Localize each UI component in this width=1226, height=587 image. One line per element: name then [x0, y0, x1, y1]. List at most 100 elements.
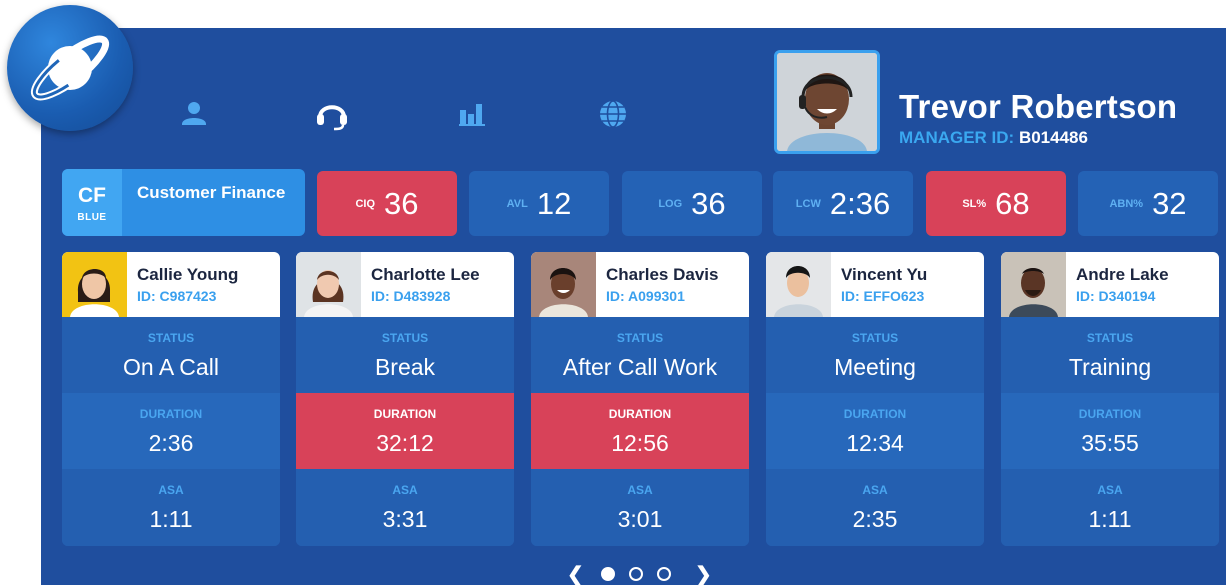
agent-card[interactable]: Charles Davis ID: A099301 STATUS After C…: [531, 252, 749, 546]
agent-card[interactable]: Andre Lake ID: D340194 STATUS Training D…: [1001, 252, 1219, 546]
asa-section: ASA 3:01: [531, 469, 749, 546]
team-name: Customer Finance: [137, 183, 286, 202]
asa-label: ASA: [158, 483, 184, 497]
duration-label: DURATION: [373, 407, 437, 421]
agent-name: Vincent Yu: [841, 265, 928, 284]
status-section: STATUS Meeting: [766, 317, 984, 393]
asa-section: ASA 1:11: [1001, 469, 1219, 546]
page-dot-3[interactable]: [657, 567, 671, 581]
agent-name: Callie Young: [137, 265, 239, 284]
agent-name: Charles Davis: [606, 265, 719, 284]
stat-lcw[interactable]: LCW 2:36: [773, 171, 913, 236]
stat-value: 68: [995, 185, 1030, 221]
duration-value: 12:34: [846, 430, 904, 456]
team-code: CF: [78, 184, 106, 207]
duration-section: DURATION 35:55: [1001, 393, 1219, 469]
team-color: BLUE: [77, 212, 107, 223]
stat-value: 32: [1152, 185, 1187, 221]
globe-icon[interactable]: [595, 96, 631, 132]
agent-card[interactable]: Vincent Yu ID: EFFO623 STATUS Meeting DU…: [766, 252, 984, 546]
user-icon[interactable]: [176, 96, 212, 132]
stat-label: CIQ: [355, 197, 376, 210]
duration-section: DURATION 32:12: [296, 393, 514, 469]
agent-avatar: [531, 252, 596, 317]
agent-header: Andre Lake ID: D340194: [1001, 252, 1219, 317]
stat-value: 2:36: [829, 185, 891, 221]
stat-label: AVL: [506, 197, 528, 210]
duration-section: DURATION 2:36: [62, 393, 280, 469]
headset-icon[interactable]: [314, 96, 350, 132]
agent-avatar: [1001, 252, 1066, 317]
status-label: STATUS: [381, 331, 429, 345]
team-code-badge: CF BLUE: [62, 169, 122, 236]
page-dot-1[interactable]: [601, 567, 615, 581]
stat-label: SL%: [962, 197, 987, 210]
status-value: After Call Work: [562, 354, 718, 380]
chevron-right-icon[interactable]: ❯: [695, 562, 712, 587]
agent-avatar: [296, 252, 361, 317]
asa-label: ASA: [1097, 483, 1123, 497]
duration-value: 12:56: [611, 430, 669, 456]
manager-id-label: MANAGER ID:: [899, 128, 1015, 147]
manager-id: MANAGER ID: B014486: [899, 128, 1088, 148]
manager-id-value: B014486: [1018, 128, 1088, 147]
agent-name: Andre Lake: [1076, 265, 1169, 284]
team-card[interactable]: CF BLUE Customer Finance: [62, 169, 305, 236]
status-section: STATUS Training: [1001, 317, 1219, 393]
duration-value: 2:36: [148, 430, 194, 456]
status-section: STATUS After Call Work: [531, 317, 749, 393]
agent-avatar: [62, 252, 127, 317]
page-dot-2[interactable]: [629, 567, 643, 581]
status-value: Training: [1068, 354, 1152, 380]
agent-id: ID: D340194: [1076, 288, 1156, 304]
manager-name: Trevor Robertson: [899, 88, 1178, 125]
duration-label: DURATION: [139, 407, 203, 421]
agent-id: ID: D483928: [371, 288, 451, 304]
asa-section: ASA 2:35: [766, 469, 984, 546]
status-section: STATUS Break: [296, 317, 514, 393]
asa-section: ASA 3:31: [296, 469, 514, 546]
asa-label: ASA: [862, 483, 888, 497]
status-value: Break: [374, 354, 436, 380]
agent-header: Charlotte Lee ID: D483928: [296, 252, 514, 317]
planet-logo-icon[interactable]: [7, 5, 133, 131]
stat-value: 36: [691, 185, 726, 221]
stat-label: LCW: [795, 197, 821, 210]
status-section: STATUS On A Call: [62, 317, 280, 393]
asa-label: ASA: [627, 483, 653, 497]
duration-section: DURATION 12:56: [531, 393, 749, 469]
stat-label: LOG: [658, 197, 683, 210]
bar-chart-icon[interactable]: [456, 96, 492, 132]
stat-value: 36: [384, 185, 419, 221]
status-label: STATUS: [1086, 331, 1134, 345]
status-label: STATUS: [616, 331, 664, 345]
stat-log[interactable]: LOG 36: [622, 171, 762, 236]
asa-value: 1:11: [1088, 506, 1132, 532]
agent-card[interactable]: Charlotte Lee ID: D483928 STATUS Break D…: [296, 252, 514, 546]
stat-ciq[interactable]: CIQ 36: [317, 171, 457, 236]
chevron-left-icon[interactable]: ❮: [567, 562, 584, 587]
duration-value: 32:12: [376, 430, 434, 456]
asa-value: 3:01: [617, 506, 663, 532]
stat-label: ABN%: [1109, 197, 1144, 210]
asa-value: 2:35: [852, 506, 898, 532]
status-label: STATUS: [851, 331, 899, 345]
stat-avl[interactable]: AVL 12: [469, 171, 609, 236]
agent-header: Callie Young ID: C987423: [62, 252, 280, 317]
agent-avatar: [766, 252, 831, 317]
stat-abn-percent[interactable]: ABN% 32: [1078, 171, 1218, 236]
agent-card[interactable]: Callie Young ID: C987423 STATUS On A Cal…: [62, 252, 280, 546]
duration-label: DURATION: [1078, 407, 1142, 421]
agent-id: ID: C987423: [137, 288, 217, 304]
manager-avatar: [774, 50, 880, 154]
agent-id: ID: A099301: [606, 288, 685, 304]
status-value: On A Call: [123, 354, 219, 380]
agent-header: Vincent Yu ID: EFFO623: [766, 252, 984, 317]
agent-id: ID: EFFO623: [841, 288, 925, 304]
asa-section: ASA 1:11: [62, 469, 280, 546]
status-value: Meeting: [834, 354, 916, 380]
stat-value: 12: [536, 185, 572, 221]
stat-sl-percent[interactable]: SL% 68: [926, 171, 1066, 236]
asa-value: 1:11: [149, 506, 193, 532]
status-label: STATUS: [147, 331, 195, 345]
